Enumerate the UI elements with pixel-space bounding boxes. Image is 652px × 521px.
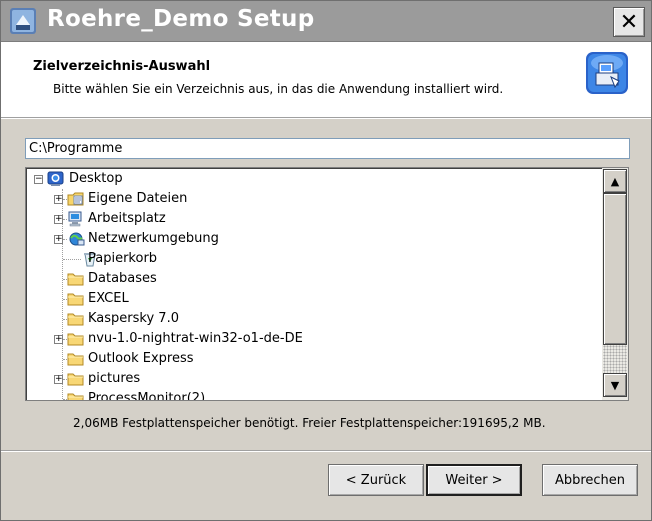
tree-item-outlook-express[interactable]: Outlook Express	[26, 349, 586, 369]
folder-icon	[67, 293, 84, 306]
setup-app-icon	[10, 8, 36, 34]
tree-item-nvu[interactable]: + nvu-1.0-nightrat-win32-o1-de-DE	[26, 329, 586, 349]
tree-item-label: nvu-1.0-nightrat-win32-o1-de-DE	[88, 331, 303, 346]
network-icon	[69, 232, 85, 246]
wizard-header: Zielverzeichnis-Auswahl Bitte wählen Sie…	[1, 42, 651, 118]
tree-item-kaspersky[interactable]: Kaspersky 7.0	[26, 309, 586, 329]
expand-icon[interactable]: +	[54, 195, 63, 204]
folder-icon	[67, 333, 84, 346]
scroll-thumb[interactable]	[603, 193, 627, 345]
scroll-track[interactable]	[603, 345, 627, 373]
header-separator	[1, 118, 651, 119]
disk-space-info: 2,06MB Festplattenspeicher benötigt. Fre…	[73, 416, 546, 430]
tree-item-label: EXCEL	[88, 291, 129, 306]
page-title: Zielverzeichnis-Auswahl	[33, 59, 211, 74]
arrow-down-icon: ▼	[610, 378, 620, 392]
setup-window: Roehre_Demo Setup ✕ Zielverzeichnis-Ausw…	[0, 0, 652, 521]
install-path-input[interactable]	[25, 138, 630, 159]
tree-item-label: ProcessMonitor(2)	[88, 391, 206, 400]
desktop-icon	[47, 171, 64, 186]
close-icon: ✕	[619, 9, 639, 35]
close-button[interactable]: ✕	[613, 7, 645, 37]
next-button[interactable]: Weiter >	[426, 464, 522, 496]
tree-item-desktop[interactable]: − Desktop	[26, 169, 586, 189]
tree-line	[63, 259, 81, 260]
tree-item-netzwerkumgebung[interactable]: + Netzwerkumgebung	[26, 229, 586, 249]
folder-icon	[67, 393, 84, 400]
title-bar[interactable]: Roehre_Demo Setup ✕	[1, 1, 651, 42]
tree-item-pictures[interactable]: + pictures	[26, 369, 586, 389]
back-button[interactable]: < Zurück	[328, 464, 424, 496]
expand-icon[interactable]: +	[54, 375, 63, 384]
tree-item-eigene-dateien[interactable]: + Eigene Dateien	[26, 189, 586, 209]
tree-item-label: Eigene Dateien	[88, 191, 188, 206]
expand-icon[interactable]: +	[54, 235, 63, 244]
tree-item-label: Desktop	[69, 171, 123, 186]
tree-item-excel[interactable]: EXCEL	[26, 289, 586, 309]
tree-item-label: Databases	[88, 271, 157, 286]
folder-tree[interactable]: − Desktop + Eigene Dateien + Arbeitsplat…	[25, 167, 629, 401]
documents-folder-icon	[67, 192, 84, 206]
tree-item-label: Arbeitsplatz	[88, 211, 166, 226]
installer-icon	[586, 52, 628, 94]
computer-icon	[68, 211, 82, 227]
page-subtitle: Bitte wählen Sie ein Verzeichnis aus, in…	[53, 82, 504, 96]
tree-item-label: Outlook Express	[88, 351, 194, 366]
scroll-down-button[interactable]: ▼	[603, 373, 627, 397]
tree-item-label: Netzwerkumgebung	[88, 231, 219, 246]
scroll-up-button[interactable]: ▲	[603, 169, 627, 193]
folder-icon	[67, 373, 84, 386]
window-title: Roehre_Demo Setup	[47, 6, 315, 32]
cancel-button[interactable]: Abbrechen	[542, 464, 638, 496]
arrow-up-icon: ▲	[610, 174, 620, 188]
tree-item-arbeitsplatz[interactable]: + Arbeitsplatz	[26, 209, 586, 229]
tree-item-databases[interactable]: Databases	[26, 269, 586, 289]
footer-separator-highlight	[1, 451, 651, 452]
folder-icon	[67, 353, 84, 366]
tree-scrollbar[interactable]: ▲ ▼	[602, 168, 628, 400]
tree-item-label: pictures	[88, 371, 141, 386]
folder-tree-content: − Desktop + Eigene Dateien + Arbeitsplat…	[26, 168, 598, 400]
collapse-icon[interactable]: −	[34, 175, 43, 184]
tree-item-label: Kaspersky 7.0	[88, 311, 179, 326]
folder-icon	[67, 273, 84, 286]
expand-icon[interactable]: +	[54, 215, 63, 224]
expand-icon[interactable]: +	[54, 335, 63, 344]
tree-item-label: Papierkorb	[88, 251, 158, 266]
tree-item-papierkorb[interactable]: Papierkorb	[26, 249, 586, 269]
tree-item-processmonitor[interactable]: ProcessMonitor(2)	[26, 389, 586, 400]
folder-icon	[67, 313, 84, 326]
